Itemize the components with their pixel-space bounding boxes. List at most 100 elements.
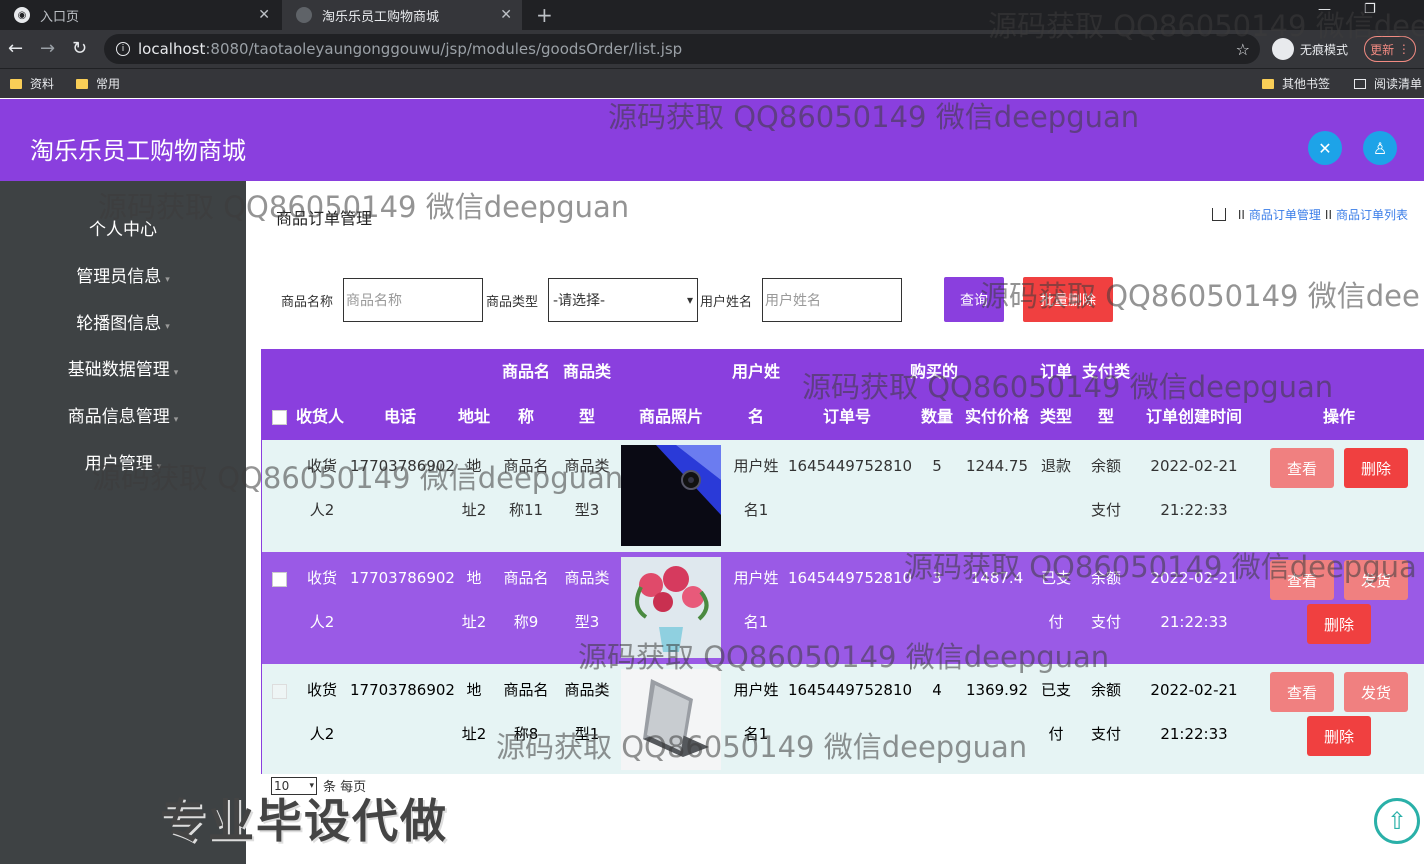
chevron-down-icon: ▾ <box>173 415 179 425</box>
table-row: 收货 人2 17703786902 地 址2 商品名 称11 商品类 型3 用户… <box>262 440 1424 552</box>
forward-icon[interactable]: → <box>40 38 55 59</box>
orders-table: 收货人 电话 地址 商品名 称 商品类 型 商品照片 用户姓 名 订单号 购买的… <box>261 349 1424 774</box>
star-icon[interactable]: ☆ <box>1236 40 1250 59</box>
bookmark-folder[interactable]: 常用 <box>76 75 120 92</box>
view-button[interactable]: 查看 <box>1270 672 1334 712</box>
col-pay-type: 支付类 <box>1081 362 1130 381</box>
col-photo: 商品照片 <box>638 407 703 426</box>
cell-goods-name: 称8 <box>513 725 539 743</box>
brand-title: 淘乐乐员工购物商城 <box>30 137 246 165</box>
sidebar-item-label: 用户管理 <box>84 454 153 474</box>
bookmark-label: 阅读清单 <box>1374 77 1423 91</box>
update-button[interactable]: 更新 ⋮ <box>1364 36 1416 62</box>
sidebar-item-label: 个人中心 <box>89 220 157 240</box>
col-order-type: 订单 <box>1039 362 1072 381</box>
new-tab-icon[interactable]: + <box>536 3 553 27</box>
reading-list[interactable]: 阅读清单 <box>1354 75 1422 92</box>
user-name-input[interactable]: 用户姓名 <box>762 278 902 322</box>
sidebar-item-users[interactable]: 用户管理 ▾ <box>0 449 246 474</box>
delete-button[interactable]: 删除 <box>1344 448 1408 488</box>
sidebar-item-admin[interactable]: 管理员信息 ▾ <box>0 262 246 287</box>
cell-goods-name: 称11 <box>508 501 544 519</box>
goods-name-input[interactable]: 商品名称 <box>343 278 483 322</box>
delete-button[interactable]: 删除 <box>1307 604 1371 644</box>
page-icon <box>296 7 312 23</box>
cell-pay-type: 支付 <box>1090 725 1121 743</box>
col-goods-name: 商品名 <box>501 362 550 381</box>
cell-created: 21:22:33 <box>1160 501 1228 519</box>
url-input[interactable]: i localhost :8080/taotaoleyaungonggouwu/… <box>104 34 1260 64</box>
col-qty-top: 购买的 <box>909 362 958 381</box>
bookmark-folder[interactable]: 资料 <box>10 75 54 92</box>
table-row: 收货 人2 17703786902 地 址2 商品名 称9 商品类 型3 用户姓… <box>262 552 1424 664</box>
breadcrumb-item[interactable]: 商品订单管理 <box>1249 206 1321 223</box>
reading-list-icon <box>1354 78 1366 89</box>
back-icon[interactable]: ← <box>8 38 23 59</box>
sidebar-item-carousel[interactable]: 轮播图信息 ▾ <box>0 309 246 334</box>
col-goods-type: 商品类 <box>562 362 611 381</box>
sidebar-item-label: 管理员信息 <box>76 267 162 287</box>
sidebar-item-label: 基础数据管理 <box>67 360 170 380</box>
reload-icon[interactable]: ↻ <box>72 38 87 59</box>
view-button[interactable]: 查看 <box>1270 560 1334 600</box>
tab-entry[interactable]: ◉ 入口页 ✕ <box>0 0 280 30</box>
col-user: 用户姓 <box>731 362 780 381</box>
chevron-down-icon: ▾ <box>156 462 162 472</box>
cell-receiver: 人2 <box>309 613 335 631</box>
col-goods-name: 称 <box>517 407 534 426</box>
info-icon[interactable]: i <box>116 42 130 56</box>
globe-icon: ◉ <box>14 7 30 23</box>
col-user: 名 <box>747 407 764 426</box>
cell-pay-type: 余额 <box>1090 681 1121 699</box>
user-icon[interactable]: ♙ <box>1363 131 1397 165</box>
fullscreen-icon[interactable]: ✕ <box>1308 131 1342 165</box>
row-checkbox[interactable] <box>272 572 287 587</box>
cell-price: 1244.75 <box>965 457 1029 475</box>
cell-pay-type: 余额 <box>1090 569 1121 587</box>
user-name-label: 用户姓名 <box>700 295 753 310</box>
row-checkbox[interactable] <box>272 684 287 699</box>
cell-address: 地 <box>466 457 482 475</box>
product-image <box>621 669 721 770</box>
col-goods-type: 型 <box>578 407 595 426</box>
sidebar-item-personal[interactable]: 个人中心 <box>0 215 246 240</box>
query-button[interactable]: 查询 <box>944 277 1004 322</box>
cell-address: 地 <box>466 681 482 699</box>
close-icon[interactable]: ✕ <box>258 7 270 23</box>
minimize-icon[interactable]: — <box>1318 2 1331 17</box>
bookmarks-bar: 资料 常用 其他书签 阅读清单 <box>0 68 1424 98</box>
close-icon[interactable]: ✕ <box>500 7 512 23</box>
breadcrumb-item[interactable]: 商品订单列表 <box>1336 206 1408 223</box>
goods-type-label: 商品类型 <box>486 295 539 310</box>
bookmark-label: 其他书签 <box>1282 77 1331 91</box>
incognito-indicator[interactable]: 无痕模式 <box>1272 38 1348 60</box>
restore-icon[interactable]: ❐ <box>1364 2 1376 17</box>
cell-phone: 17703786902 <box>350 681 455 699</box>
cell-goods-type: 型3 <box>574 501 600 519</box>
cell-user: 用户姓 <box>733 681 779 699</box>
chevron-down-icon: ▾ <box>165 322 170 332</box>
cell-goods-type: 商品类 <box>564 569 610 587</box>
cell-price: 1369.92 <box>965 681 1029 699</box>
ship-button[interactable]: 发货 <box>1344 560 1408 600</box>
tab-shop[interactable]: 淘乐乐员工购物商城 ✕ <box>282 0 522 30</box>
back-to-top-button[interactable]: ⇧ <box>1374 798 1420 844</box>
view-button[interactable]: 查看 <box>1270 448 1334 488</box>
url-host: localhost <box>138 40 206 58</box>
url-path: :8080/taotaoleyaungonggouwu/jsp/modules/… <box>205 40 683 58</box>
bookmark-label: 常用 <box>96 77 121 91</box>
goods-type-select[interactable]: -请选择- ▾ <box>548 278 698 322</box>
tab-label: 淘乐乐员工购物商城 <box>322 9 440 25</box>
sidebar-item-basic-data[interactable]: 基础数据管理 ▾ <box>0 355 246 380</box>
ship-button[interactable]: 发货 <box>1344 672 1408 712</box>
sidebar-item-goods[interactable]: 商品信息管理 ▾ <box>0 402 246 427</box>
bookmark-label: 资料 <box>30 77 55 91</box>
batch-delete-button[interactable]: 批量删除 <box>1023 277 1113 322</box>
delete-button[interactable]: 删除 <box>1307 716 1371 756</box>
bookmark-folder[interactable]: 其他书签 <box>1262 75 1330 92</box>
select-all-checkbox[interactable] <box>272 410 287 425</box>
cell-order-no: 1645449752810 <box>788 457 913 475</box>
cell-address: 址2 <box>461 501 487 519</box>
cell-price: 1487.4 <box>970 569 1024 587</box>
home-icon[interactable] <box>1211 208 1226 221</box>
